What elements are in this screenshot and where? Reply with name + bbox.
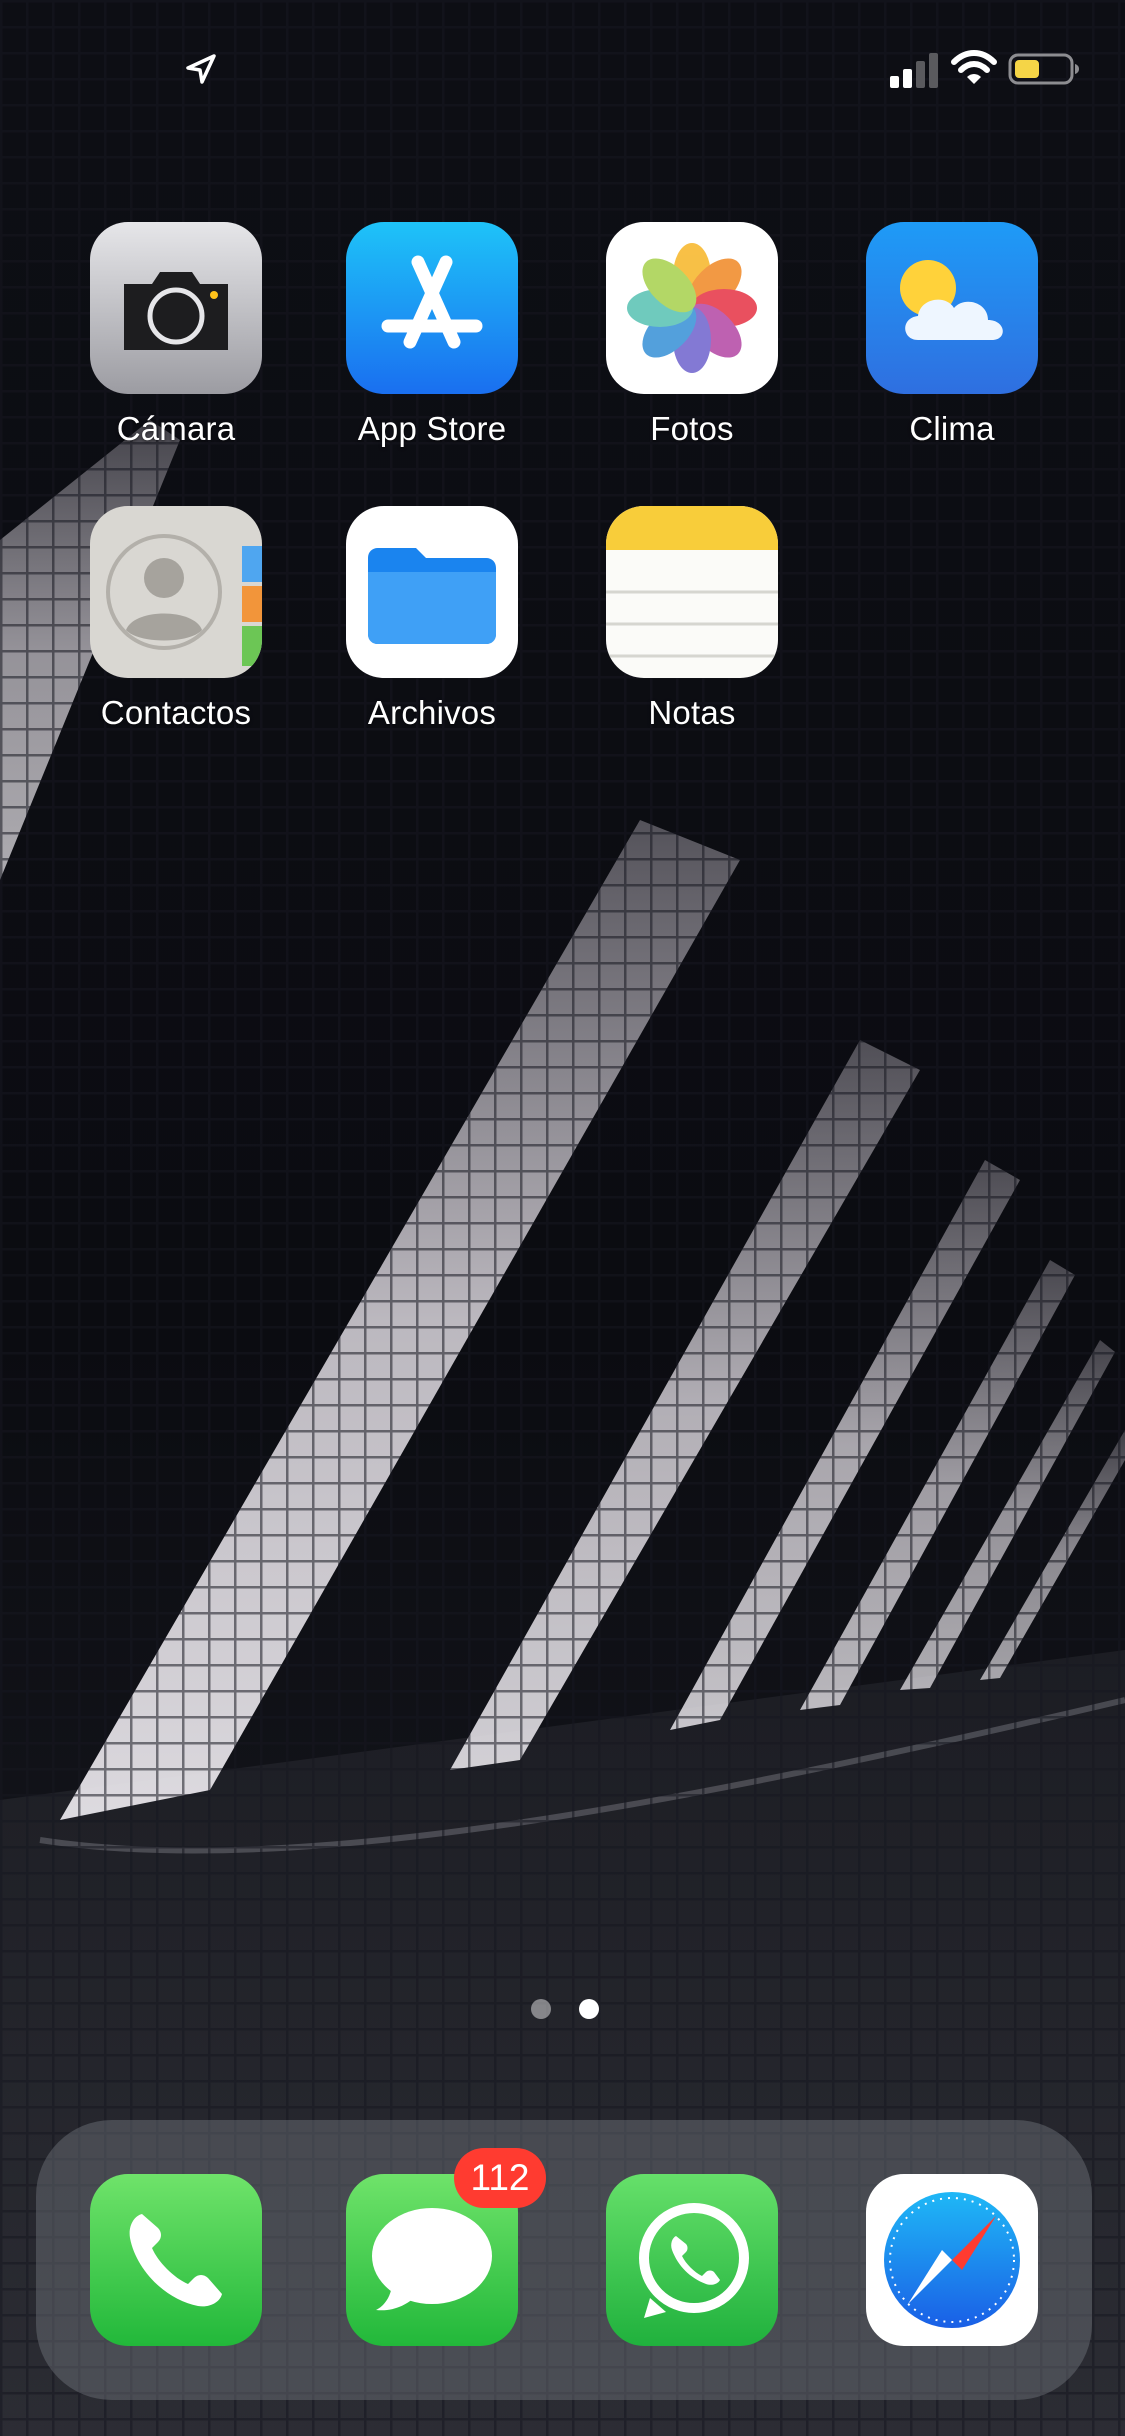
page-dot[interactable] (531, 1999, 551, 2019)
cellular-signal-icon (890, 53, 938, 88)
dock (36, 2120, 1092, 2400)
files-icon (346, 506, 518, 678)
app-archivos[interactable]: Archivos (318, 506, 538, 736)
phone-icon (90, 2174, 262, 2346)
dock-app-phone[interactable] (90, 2174, 262, 2346)
dock-app-safari[interactable] (866, 2174, 1038, 2346)
battery-icon (1008, 53, 1079, 85)
app-app-store[interactable]: App Store (318, 222, 538, 452)
wifi-icon (951, 50, 997, 84)
status-bar (0, 0, 1125, 140)
camera-icon (90, 222, 262, 394)
app-clima[interactable]: Clima (838, 222, 1058, 452)
location-arrow-icon (186, 54, 216, 84)
app-notas[interactable]: Notas (578, 506, 798, 736)
photos-icon (606, 222, 778, 394)
app-label: App Store (357, 410, 507, 447)
page-dot-active[interactable] (579, 1999, 599, 2019)
notes-icon (606, 506, 778, 678)
app-label: Cámara (116, 410, 236, 447)
messages-badge: 112 (454, 2148, 546, 2208)
app-label: Fotos (650, 410, 734, 447)
app-camara[interactable]: Cámara (62, 222, 282, 452)
contacts-icon (90, 506, 262, 678)
weather-icon (866, 222, 1038, 394)
app-label: Notas (648, 694, 736, 731)
app-contactos[interactable]: Contactos (62, 506, 282, 736)
whatsapp-icon (606, 2174, 778, 2346)
app-fotos[interactable]: Fotos (578, 222, 798, 452)
app-label: Clima (909, 410, 995, 447)
app-store-icon (346, 222, 518, 394)
page-indicator[interactable] (0, 1999, 1125, 2023)
safari-icon (866, 2174, 1038, 2346)
app-label: Contactos (100, 694, 252, 731)
app-label: Archivos (367, 694, 497, 731)
dock-app-whatsapp[interactable] (606, 2174, 778, 2346)
